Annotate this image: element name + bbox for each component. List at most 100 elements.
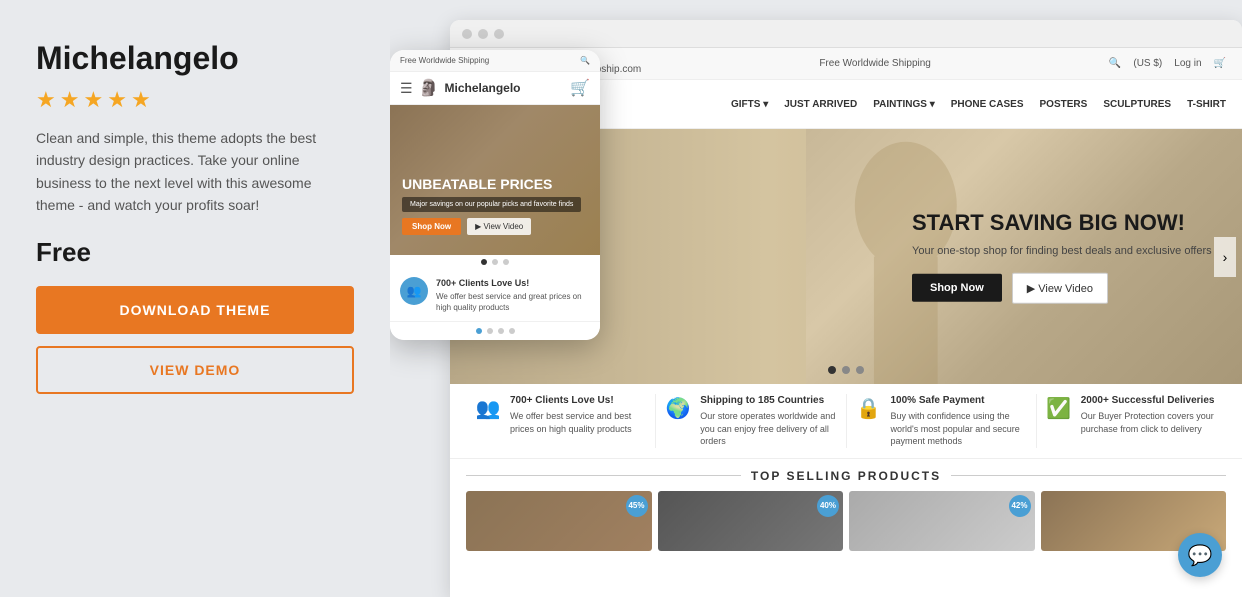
shop-now-button[interactable]: Shop Now [912,274,1002,302]
discount-badge-2: 40% [817,495,839,517]
nav-tshirt[interactable]: T-SHIRT [1187,99,1226,110]
star-4: ★ [107,87,127,113]
hamburger-icon[interactable]: ☰ [400,80,413,97]
login-link[interactable]: Log in [1174,58,1201,69]
price-label: Free [36,237,354,268]
feature-deliveries: ✅ 2000+ Successful Deliveries Our Buyer … [1037,394,1226,448]
mobile-feature-title: 700+ Clients Love Us! [436,277,590,290]
mobile-feature-desc: We offer best service and great prices o… [436,291,590,313]
mobile-feature-text: 700+ Clients Love Us! We offer best serv… [436,277,590,313]
mobile-search-icon[interactable]: 🔍 [580,56,590,65]
mobile-view-video-button[interactable]: ▶ View Video [467,218,531,235]
features-bar: 👥 700+ Clients Love Us! We offer best se… [450,384,1242,459]
browser-dot-yellow [478,29,488,39]
top-selling-section: TOP SELLING PRODUCTS 45% 40% 42% [450,459,1242,551]
shipping-text: Free Worldwide Shipping [819,58,931,69]
chat-button[interactable]: 💬 [1178,533,1222,577]
discount-badge-3: 42% [1009,495,1031,517]
search-icon[interactable]: 🔍 [1109,58,1121,69]
deliveries-title: 2000+ Successful Deliveries [1081,394,1218,408]
mobile-dot-3[interactable] [503,259,509,265]
topbar-right: 🔍 (US $) Log in 🛒 [1109,58,1226,69]
clients-text: 700+ Clients Love Us! We offer best serv… [510,394,647,435]
hero-buttons: Shop Now ▶ View Video [912,273,1212,304]
mobile-bottom-dot-2[interactable] [487,328,493,334]
left-panel: Michelangelo ★ ★ ★ ★ ★ Clean and simple,… [0,0,390,597]
deliveries-text: 2000+ Successful Deliveries Our Buyer Pr… [1081,394,1218,435]
mobile-hero-title: UNBEATABLE PRICES [402,176,581,193]
discount-badge-1: 45% [626,495,648,517]
browser-dot-red [462,29,472,39]
nav-posters[interactable]: POSTERS [1040,99,1088,110]
hero-dots [828,366,864,374]
hero-dot-3[interactable] [856,366,864,374]
view-video-button[interactable]: ▶ View Video [1012,273,1108,304]
mobile-shipping-text: Free Worldwide Shipping [400,56,489,65]
mobile-hero-buttons: Shop Now ▶ View Video [402,218,581,235]
download-theme-button[interactable]: DOWNLOAD THEME [36,286,354,334]
mobile-bottom-dots [390,322,600,340]
mobile-hero-desc: Major savings on our popular picks and f… [402,197,581,212]
star-3: ★ [83,87,103,113]
mobile-logo-icon: 🗿 [419,78,439,98]
mobile-feature: 👥 700+ Clients Love Us! We offer best se… [390,269,600,322]
shipping-icon: 🌍 [664,394,692,422]
mobile-dot-2[interactable] [492,259,498,265]
nav-gifts[interactable]: GIFTS ▾ [731,99,768,110]
star-1: ★ [36,87,56,113]
browser-bar [450,20,1242,48]
right-panel: 1 (111) 111 11 11 support@michelangelo.a… [390,0,1242,597]
hero-dot-1[interactable] [828,366,836,374]
hero-subtitle: Your one-stop shop for finding best deal… [912,243,1212,258]
cart-icon[interactable]: 🛒 [1214,58,1226,69]
payment-icon: 🔒 [855,394,883,422]
mobile-logo-text: Michelangelo [444,81,564,95]
hero-content: START SAVING BIG NOW! Your one-stop shop… [912,209,1212,303]
mobile-nav: ☰ 🗿 Michelangelo 🛒 [390,72,600,105]
payment-title: 100% Safe Payment [891,394,1028,408]
nav-just-arrived[interactable]: JUST ARRIVED [784,99,857,110]
mobile-bottom-dot-4[interactable] [509,328,515,334]
mobile-hero: UNBEATABLE PRICES Major savings on our p… [390,105,600,255]
clients-title: 700+ Clients Love Us! [510,394,647,408]
mobile-bottom-dot-3[interactable] [498,328,504,334]
payment-text: 100% Safe Payment Buy with confidence us… [891,394,1028,448]
hero-next-arrow[interactable]: › [1214,237,1236,277]
chat-icon: 💬 [1188,543,1213,568]
hero-title: START SAVING BIG NOW! [912,209,1212,235]
deliveries-icon: ✅ [1045,394,1073,422]
mobile-hero-dots [390,255,600,269]
mobile-feature-icon: 👥 [400,277,428,305]
clients-desc: We offer best service and best prices on… [510,410,647,435]
hero-dot-2[interactable] [842,366,850,374]
shipping-text-block: Shipping to 185 Countries Our store oper… [700,394,837,448]
section-title: TOP SELLING PRODUCTS [466,469,1226,483]
star-5: ★ [131,87,151,113]
product-card-3[interactable]: 42% [849,491,1035,551]
nav-phone-cases[interactable]: PHONE CASES [951,99,1024,110]
clients-icon: 👥 [474,394,502,422]
mobile-dot-1[interactable] [481,259,487,265]
nav-paintings[interactable]: PAINTINGS ▾ [873,99,935,110]
mobile-cart-icon[interactable]: 🛒 [570,78,590,98]
view-demo-button[interactable]: VIEW DEMO [36,346,354,394]
mobile-shop-now-button[interactable]: Shop Now [402,218,461,235]
product-card-2[interactable]: 40% [658,491,844,551]
shipping-desc: Our store operates worldwide and you can… [700,410,837,448]
nav-sculptures[interactable]: SCULPTURES [1103,99,1171,110]
product-card-1[interactable]: 45% [466,491,652,551]
currency-selector[interactable]: (US $) [1133,58,1162,69]
browser-dot-green [494,29,504,39]
mobile-bottom-dot-1[interactable] [476,328,482,334]
deliveries-desc: Our Buyer Protection covers your purchas… [1081,410,1218,435]
shipping-title: Shipping to 185 Countries [700,394,837,408]
mobile-mockup: Free Worldwide Shipping 🔍 ☰ 🗿 Michelange… [390,50,600,340]
theme-title: Michelangelo [36,40,354,77]
feature-payment: 🔒 100% Safe Payment Buy with confidence … [847,394,1037,448]
payment-desc: Buy with confidence using the world's mo… [891,410,1028,448]
star-2: ★ [60,87,80,113]
feature-clients: 👥 700+ Clients Love Us! We offer best se… [466,394,656,448]
products-row: 45% 40% 42% [466,491,1226,551]
nav-links: GIFTS ▾ JUST ARRIVED PAINTINGS ▾ PHONE C… [731,99,1226,110]
mobile-hero-text: UNBEATABLE PRICES Major savings on our p… [402,176,581,235]
